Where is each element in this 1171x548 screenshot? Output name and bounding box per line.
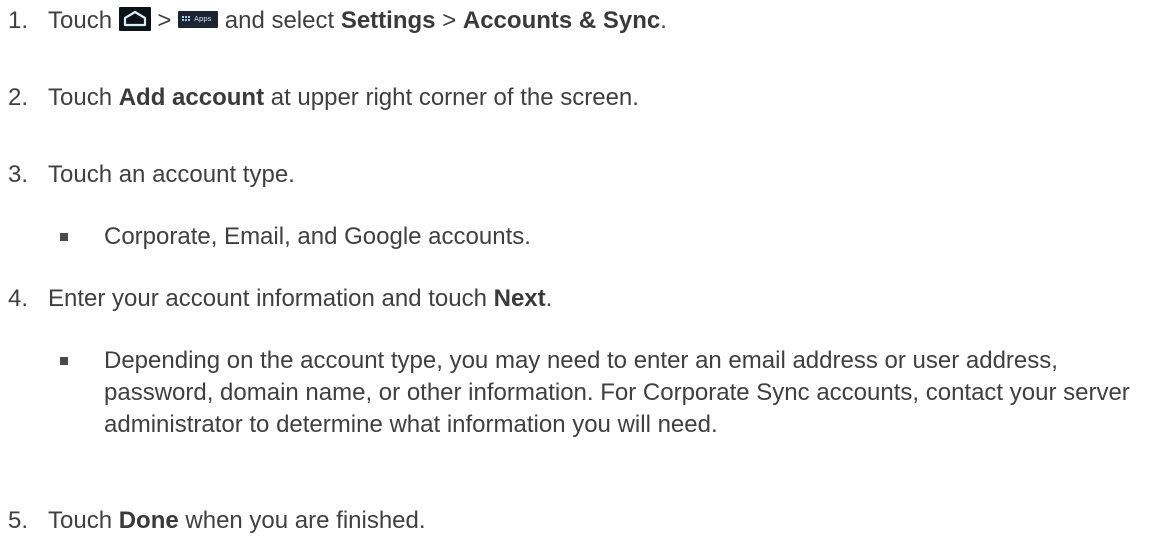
step-text: Touch an account type.: [48, 161, 295, 188]
bullet-icon: [60, 357, 68, 365]
done-label: Done: [118, 507, 179, 534]
settings-label: Settings: [340, 7, 436, 34]
step-text: Enter your account information and touch…: [48, 285, 553, 312]
bullet-text: Corporate, Email, and Google accounts.: [104, 223, 531, 250]
accounts-sync-label: Accounts & Sync: [462, 7, 661, 34]
step-text: Touch Done when you are finished.: [48, 507, 426, 534]
step-number: 1.: [8, 7, 29, 34]
step-number: 2.: [8, 84, 29, 111]
next-label: Next: [493, 285, 546, 312]
apps-icon-label: Apps: [194, 15, 212, 23]
apps-grid-icon: [182, 16, 191, 23]
add-account-label: Add account: [118, 84, 265, 111]
step-text: Touch Add account at upper right corner …: [48, 84, 639, 111]
apps-icon: Apps: [178, 11, 219, 28]
step-number: 4.: [8, 285, 29, 312]
bullet-text: Depending on the account type, you may n…: [104, 347, 1130, 438]
step-number: 5.: [8, 507, 29, 534]
step-number: 3.: [8, 161, 29, 188]
instruction-document: 1. Touch > Apps and select Settings > Ac…: [0, 0, 1171, 548]
bullet-icon: [60, 233, 68, 241]
home-icon: [118, 7, 151, 31]
step-text: Touch > Apps and select Settings > Accou…: [48, 7, 667, 34]
